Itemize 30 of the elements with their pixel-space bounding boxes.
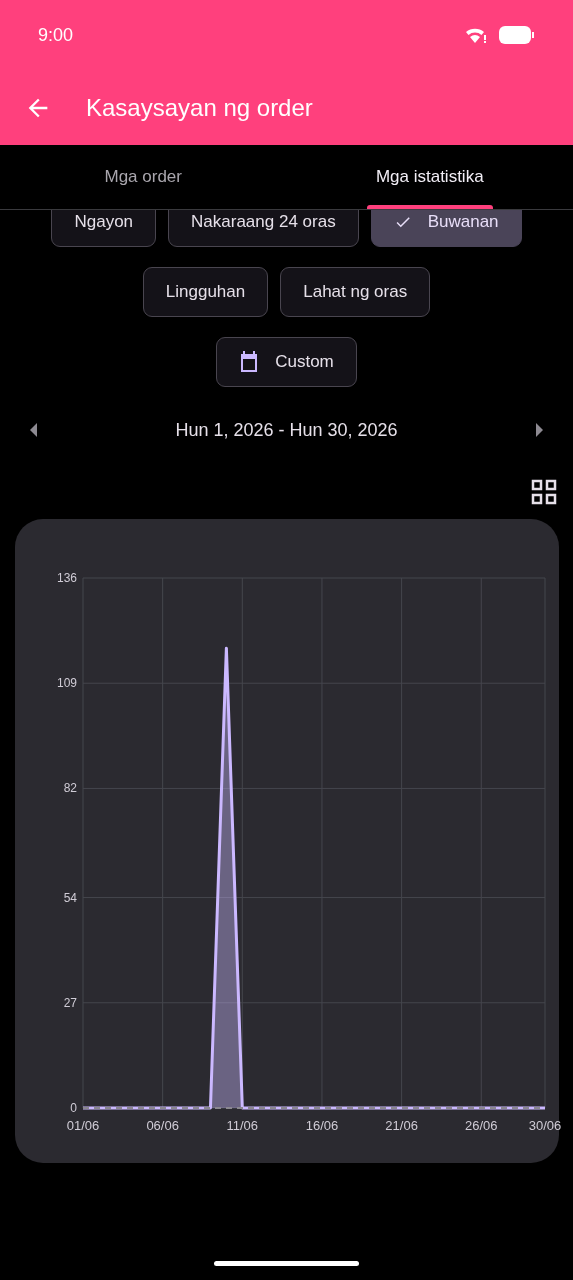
tab[interactable]: Mga istatistika — [286, 145, 573, 209]
filter-chip[interactable]: Buwanan — [370, 210, 522, 247]
axis-label: 01/06 — [66, 1118, 99, 1133]
axis-label: 54 — [63, 890, 77, 905]
next-button[interactable] — [535, 423, 543, 437]
status-time: 9:00 — [38, 24, 74, 46]
date-range: Hun 1, 2026 - Hun 30, 2026 — [175, 419, 398, 441]
axis-label: 26/06 — [464, 1118, 498, 1133]
grid-icon[interactable] — [531, 479, 557, 505]
filter-chip[interactable]: Lahat ng oras — [280, 267, 431, 317]
axis-label: 30/06 — [528, 1118, 561, 1133]
axis-label: 136 — [56, 571, 77, 585]
battery-icon — [499, 26, 535, 44]
axis-label: 109 — [56, 676, 77, 691]
wifi-icon — [465, 26, 487, 44]
calendar-icon — [239, 351, 260, 373]
filter-chip[interactable]: Ngayon — [51, 210, 157, 247]
axis-label: 06/06 — [145, 1118, 179, 1133]
axis-label: 27 — [63, 995, 77, 1010]
filter-chip[interactable]: Nakaraang 24 oras — [168, 210, 359, 247]
axis-label: 11/06 — [226, 1118, 258, 1133]
axis-label: 0 — [69, 1101, 77, 1115]
previous-button[interactable] — [30, 423, 38, 437]
axis-label: 16/06 — [305, 1118, 338, 1133]
screen-title: Kasaysayan ng order — [86, 93, 313, 122]
tab[interactable]: Mga order — [0, 145, 287, 209]
axis-label: 82 — [63, 781, 77, 796]
filter-chip[interactable]: Lingguhan — [142, 267, 269, 317]
axis-label: 21/06 — [384, 1118, 418, 1133]
filter-chip[interactable]: Custom — [216, 337, 357, 387]
